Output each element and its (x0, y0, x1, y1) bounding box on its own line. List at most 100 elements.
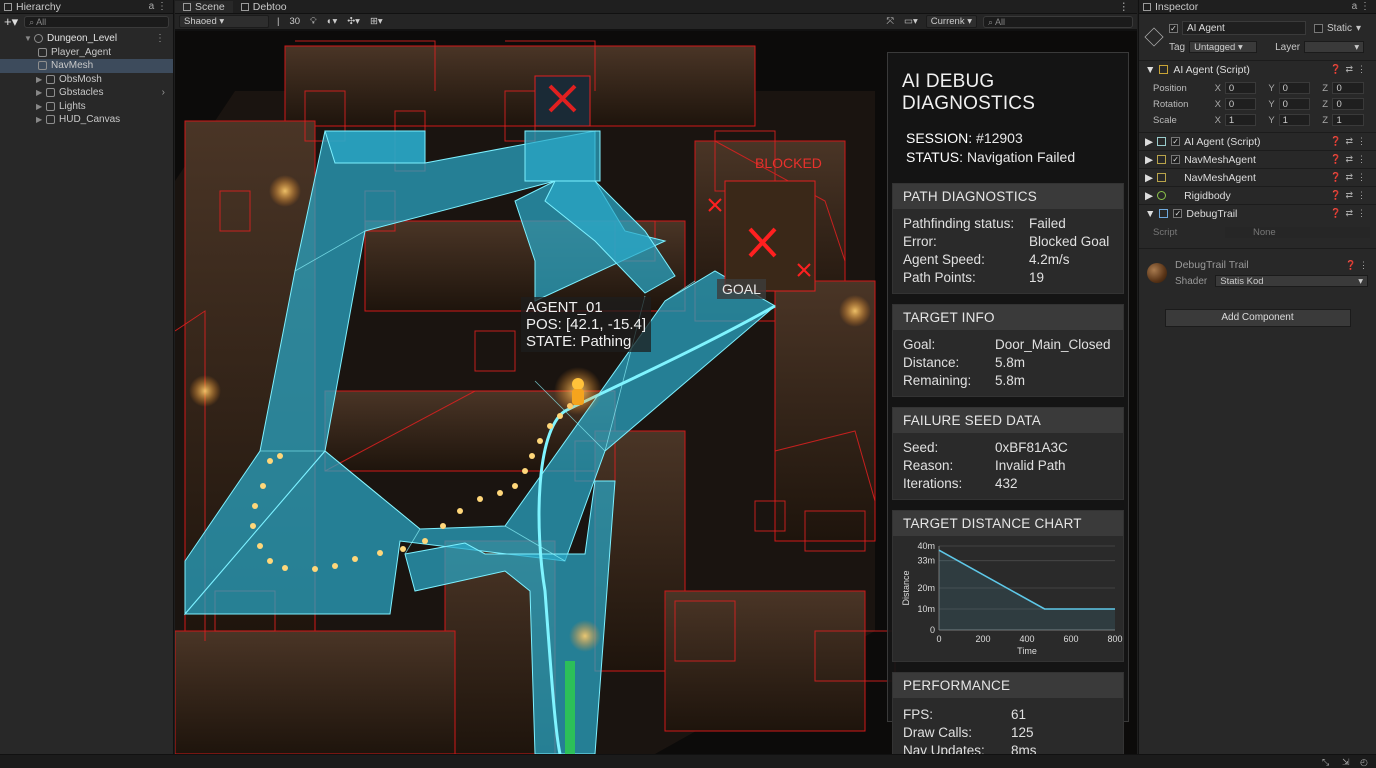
scale-x-field[interactable]: 1 (1224, 114, 1257, 126)
material-options-icons[interactable]: ❓ ⋮ (1345, 260, 1368, 271)
rotation-x-field[interactable]: 0 (1224, 98, 1257, 110)
gizmo-icon[interactable]: ⊞▾ (368, 16, 385, 27)
transform-component-header[interactable]: ▼ AI Agent (Script) ❓⇄⋮ (1139, 60, 1376, 78)
scale-y-field[interactable]: 1 (1278, 114, 1311, 126)
rotation-y-field[interactable]: 0 (1278, 98, 1311, 110)
camera-dropdown[interactable]: Currenk ▾ (925, 15, 977, 28)
camera-icon[interactable]: ▭▾ (902, 16, 920, 27)
position-z-field[interactable]: 0 (1332, 82, 1364, 94)
component-debugtrail[interactable]: ▼ ✓ DebugTrail ❓⇄⋮ (1139, 204, 1376, 222)
kv-key: Error: (903, 234, 937, 249)
component-navmeshagent-2[interactable]: ▶ NavMeshAgent ❓⇄⋮ (1139, 168, 1376, 186)
expand-arrow-icon[interactable]: ▶ (36, 115, 46, 124)
lock-icon[interactable]: a ⋮ (149, 1, 173, 12)
2d-toggle-icon[interactable]: | (275, 16, 281, 27)
kv-value: 125 (1011, 725, 1034, 740)
collapse-arrow-icon[interactable]: ▼ (24, 34, 34, 43)
position-y-field[interactable]: 0 (1278, 82, 1311, 94)
tag-label: Tag (1169, 41, 1186, 53)
component-label: NavMeshAgent (1184, 171, 1256, 184)
component-options-icons[interactable]: ❓⇄⋮ (1330, 154, 1370, 165)
expand-arrow-icon[interactable]: ▶ (1145, 172, 1153, 184)
position-x-field[interactable]: 0 (1224, 82, 1257, 94)
tree-item-player-agent[interactable]: Player_Agent (0, 46, 173, 60)
hierarchy-tab[interactable]: Hierarchy a ⋮ (0, 0, 173, 14)
rotation-row: Rotation X0 Y0 Z0 (1153, 96, 1376, 112)
collapse-arrow-icon[interactable]: ▼ (1145, 64, 1155, 76)
tools-icon[interactable]: ⤧ (884, 16, 896, 27)
tag-dropdown[interactable]: Untagged ▾ (1189, 41, 1258, 53)
script-label: Script (1153, 226, 1178, 238)
gameobject-icon (46, 74, 55, 84)
kv-value: 5.8m (995, 373, 1026, 388)
static-dropdown-icon[interactable]: ▾ (1356, 23, 1361, 34)
expand-arrow-icon[interactable]: ▶ (1145, 136, 1153, 148)
expand-arrow-icon[interactable]: ▶ (36, 102, 46, 111)
chart-y-tick-label: 33m (917, 556, 935, 566)
component-ai-agent-script[interactable]: ▶ ✓ AI Agent (Script) ❓⇄⋮ (1139, 132, 1376, 150)
scale-z-field[interactable]: 1 (1332, 114, 1364, 126)
tree-item-navmesh[interactable]: NavMesh (0, 59, 173, 73)
zoom-value[interactable]: 30 (287, 16, 302, 27)
static-label: Static (1327, 22, 1353, 34)
object-name-field[interactable]: AI Agent (1182, 21, 1306, 35)
rotation-z-field[interactable]: 0 (1332, 98, 1364, 110)
more-icon[interactable]: ⋮ (155, 33, 173, 44)
component-enabled-checkbox[interactable]: ✓ (1173, 209, 1183, 218)
scene-search-input[interactable]: ⌕ All (983, 15, 1133, 28)
tree-item-obsmosh[interactable]: ▶ ObsMosh (0, 73, 173, 87)
static-checkbox[interactable] (1314, 23, 1323, 33)
shader-dropdown[interactable]: Statis Kod ▾ (1215, 275, 1368, 287)
expand-arrow-icon[interactable]: ▶ (1145, 190, 1153, 202)
effects-icon[interactable]: ✣▾ (345, 16, 362, 27)
blocked-label: BLOCKED (755, 155, 822, 171)
kv-key: Path Points: (903, 270, 976, 285)
active-checkbox[interactable]: ✓ (1169, 23, 1178, 33)
tab-scene[interactable]: Scene (175, 0, 233, 13)
lock-icon[interactable]: a ⋮ (1352, 1, 1376, 12)
component-navmeshagent-1[interactable]: ▶ ✓ NavMeshAgent ❓⇄⋮ (1139, 150, 1376, 168)
gameobject-icon (46, 88, 55, 98)
shading-mode-value: Shaoed (184, 16, 217, 27)
tab-debug[interactable]: Debtoo (233, 1, 295, 13)
hierarchy-search-input[interactable]: ⌕ All (24, 16, 169, 28)
light-icon[interactable]: 💡︎ (308, 16, 319, 27)
kv-key: Nav Updates: (903, 743, 985, 754)
layer-dropdown[interactable]: ▾ (1304, 41, 1365, 53)
kv-value: Blocked Goal (1029, 234, 1110, 249)
component-options-icons[interactable]: ❓⇄⋮ (1330, 208, 1370, 219)
shading-mode-dropdown[interactable]: Shaoed ▾ (179, 15, 269, 28)
status-icon-1[interactable]: ⤡ (1322, 757, 1329, 768)
component-enabled-checkbox[interactable]: ✓ (1171, 155, 1181, 164)
status-icon-3[interactable]: ◴ (1360, 757, 1368, 768)
add-component-button[interactable]: Add Component (1164, 309, 1351, 327)
audio-icon[interactable]: ◐▾ (325, 16, 340, 27)
script-field-value[interactable]: None (1225, 226, 1370, 238)
component-rigidbody[interactable]: ▶ Rigidbody ❓⇄⋮ (1139, 186, 1376, 204)
component-options-icons[interactable]: ❓⇄⋮ (1330, 136, 1370, 147)
expand-arrow-icon[interactable]: ▶ (36, 88, 46, 97)
expand-arrow-icon[interactable]: ▶ (36, 75, 46, 84)
tree-item-dungeon-level[interactable]: ▼ Dungeon_Level ⋮ (0, 32, 173, 46)
tree-item-obstacles[interactable]: ▶ Gbstacles › (0, 86, 173, 100)
component-options-icons[interactable]: ❓⇄⋮ (1330, 190, 1370, 201)
tree-item-lights[interactable]: ▶ Lights (0, 100, 173, 114)
expand-arrow-icon[interactable]: ▶ (1145, 154, 1153, 166)
inspector-tab[interactable]: Inspector a ⋮ (1139, 0, 1376, 14)
gameobject-icon (46, 115, 55, 125)
scene-viewport[interactable]: BLOCKED GOAL AGENT_01 POS: [42.1, -15.4]… (175, 31, 1137, 754)
target-info-header: TARGET INFO (893, 305, 1123, 330)
tree-item-label: HUD_Canvas (59, 114, 121, 126)
collapse-arrow-icon[interactable]: ▼ (1145, 208, 1155, 220)
component-enabled-checkbox[interactable]: ✓ (1171, 137, 1181, 146)
component-options-icons[interactable]: ❓⇄⋮ (1330, 172, 1370, 183)
chevron-right-icon[interactable]: › (162, 87, 173, 98)
tree-item-hud-canvas[interactable]: ▶ HUD_Canvas (0, 113, 173, 127)
add-object-button[interactable]: +▾ (4, 14, 18, 30)
component-options-icons[interactable]: ❓⇄⋮ (1330, 64, 1370, 75)
kv-key: Distance: (903, 355, 960, 370)
session-info: SESSION: #12903 STATUS: Navigation Faile… (892, 115, 1124, 167)
kv-row: Reason: Invalid Path (903, 457, 1113, 475)
status-icon-2[interactable]: ⇲ (1342, 757, 1350, 768)
scene-more-icon[interactable]: ⋮ (1119, 1, 1138, 13)
